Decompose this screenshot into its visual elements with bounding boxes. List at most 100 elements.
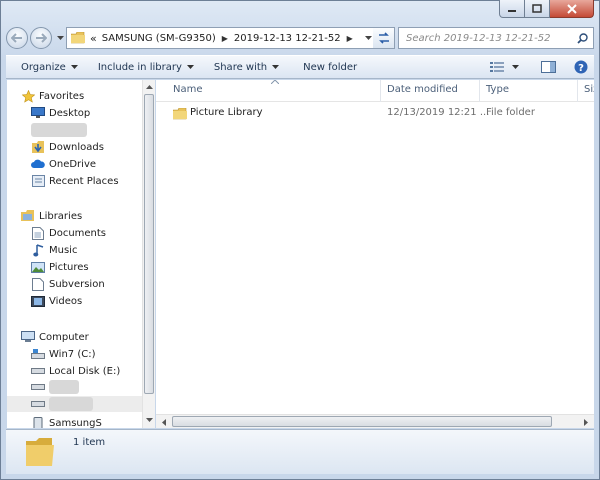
navigation-bar: « SAMSUNG (SM-G9350) ▶ 2019-12-13 12-21-…: [6, 24, 594, 52]
refresh-icon: [378, 32, 389, 44]
tree-item-samsungs[interactable]: SamsungS: [31, 415, 102, 428]
tree-label: Music: [49, 244, 78, 256]
scrollbar-thumb[interactable]: [144, 94, 154, 394]
tree-item-selected-device[interactable]: [7, 396, 142, 412]
scroll-right-arrow-icon[interactable]: [580, 416, 591, 428]
breadcrumb-separator-icon[interactable]: ▶: [347, 34, 353, 43]
scroll-left-arrow-icon[interactable]: [158, 416, 169, 428]
drive-icon: [31, 380, 45, 394]
phone-icon: [31, 416, 45, 428]
file-date-modified: 12/13/2019 12:21 ...: [387, 107, 490, 118]
folder-icon: [26, 438, 54, 466]
tree-item-documents[interactable]: Documents: [31, 225, 106, 241]
include-in-library-button[interactable]: Include in library: [91, 56, 201, 78]
maximize-button[interactable]: [525, 0, 550, 18]
navigation-pane-scrollbar[interactable]: [142, 80, 155, 428]
column-divider: [380, 80, 381, 102]
change-view-button[interactable]: [484, 56, 525, 78]
refresh-button[interactable]: [373, 27, 395, 49]
subversion-icon: [31, 277, 45, 291]
tree-item-videos[interactable]: Videos: [31, 293, 82, 309]
tree-item-onedrive[interactable]: OneDrive: [31, 156, 96, 172]
back-arrow-icon: [11, 33, 22, 43]
file-row[interactable]: Picture Library 12/13/2019 12:21 ... Fil…: [166, 105, 576, 123]
scroll-down-arrow-icon[interactable]: [144, 414, 155, 426]
chevron-down-icon: [512, 65, 519, 69]
file-type: File folder: [486, 107, 535, 118]
videos-icon: [31, 294, 45, 308]
history-dropdown[interactable]: [54, 27, 66, 49]
downloads-icon: [31, 140, 45, 154]
tree-label: Pictures: [49, 261, 89, 273]
tree-item-libraries[interactable]: Libraries: [21, 208, 82, 224]
cloud-icon: [31, 157, 45, 171]
item-count: 1 item: [73, 437, 106, 448]
share-with-label: Share with: [213, 61, 268, 73]
redacted-item: [31, 123, 87, 137]
share-with-button[interactable]: Share with: [207, 56, 286, 78]
tree-item-music[interactable]: Music: [31, 242, 77, 258]
search-input[interactable]: [406, 32, 566, 44]
libraries-icon: [21, 209, 35, 223]
column-date-modified[interactable]: Date modified: [387, 84, 458, 95]
tree-label: Desktop: [49, 107, 91, 119]
tree-label: Documents: [49, 227, 107, 239]
column-name[interactable]: Name: [173, 84, 203, 95]
desktop-icon: [31, 106, 45, 120]
command-bar: Organize Include in library Share with N…: [6, 55, 594, 79]
tree-item-hidden-drive[interactable]: [31, 379, 79, 395]
organize-label: Organize: [21, 61, 66, 73]
close-button[interactable]: [550, 0, 594, 18]
organize-button[interactable]: Organize: [14, 56, 85, 78]
tree-item-win7[interactable]: Win7 (C:): [31, 346, 95, 362]
view-list-icon: [490, 62, 504, 72]
tree-item-computer[interactable]: Computer: [21, 329, 89, 345]
breadcrumb-separator-icon[interactable]: ▶: [222, 34, 228, 43]
pictures-icon: [31, 260, 45, 274]
new-folder-label: New folder: [303, 61, 358, 73]
tree-label: Libraries: [39, 210, 83, 222]
chevron-down-icon: [272, 65, 280, 69]
details-pane: 1 item: [6, 429, 594, 474]
back-button[interactable]: [6, 27, 28, 49]
chevron-down-icon: [70, 65, 78, 69]
column-size[interactable]: Size: [584, 84, 594, 95]
tree-label: Local Disk (E:): [49, 365, 121, 377]
tree-label: Computer: [39, 331, 89, 343]
tree-label: Favorites: [39, 90, 85, 102]
new-folder-button[interactable]: New folder: [296, 56, 364, 78]
include-in-library-label: Include in library: [97, 61, 182, 73]
chevron-down-icon: [56, 36, 64, 40]
breadcrumb-folder[interactable]: 2019-12-13 12-21-52: [234, 33, 341, 44]
redacted-item: [49, 397, 93, 411]
help-button[interactable]: ?: [568, 56, 594, 78]
breadcrumb-device[interactable]: SAMSUNG (SM-G9350): [102, 33, 216, 44]
preview-pane-button[interactable]: [535, 56, 562, 78]
tree-item-subversion[interactable]: Subversion: [31, 276, 105, 292]
tree-item-local-disk[interactable]: Local Disk (E:): [31, 363, 120, 379]
sort-ascending-icon: [271, 80, 279, 84]
file-list-horizontal-scrollbar[interactable]: [156, 414, 594, 428]
tree-label: Recent Places: [49, 175, 119, 187]
tree-item-downloads[interactable]: Downloads: [31, 139, 104, 155]
scroll-up-arrow-icon[interactable]: [144, 81, 155, 93]
address-bar[interactable]: « SAMSUNG (SM-G9350) ▶ 2019-12-13 12-21-…: [66, 27, 377, 49]
column-divider: [479, 80, 480, 102]
tree-item-desktop[interactable]: Desktop: [31, 105, 90, 121]
computer-icon: [21, 330, 35, 344]
column-type[interactable]: Type: [486, 84, 509, 95]
breadcrumb-label: 2019-12-13 12-21-52: [233, 32, 341, 44]
forward-button[interactable]: [30, 27, 52, 49]
tree-item-hidden[interactable]: [31, 122, 87, 138]
chevron-down-icon: [186, 65, 194, 69]
tree-item-recent-places[interactable]: Recent Places: [31, 173, 119, 189]
address-overflow[interactable]: «: [90, 32, 97, 45]
preview-pane-icon: [541, 61, 556, 73]
tree-item-pictures[interactable]: Pictures: [31, 259, 89, 275]
minimize-button[interactable]: [499, 0, 525, 18]
search-box[interactable]: [398, 27, 594, 49]
tree-item-favorites[interactable]: Favorites: [21, 88, 84, 104]
scrollbar-thumb[interactable]: [172, 416, 552, 427]
search-icon[interactable]: [577, 32, 588, 44]
drive-icon: [31, 397, 45, 411]
